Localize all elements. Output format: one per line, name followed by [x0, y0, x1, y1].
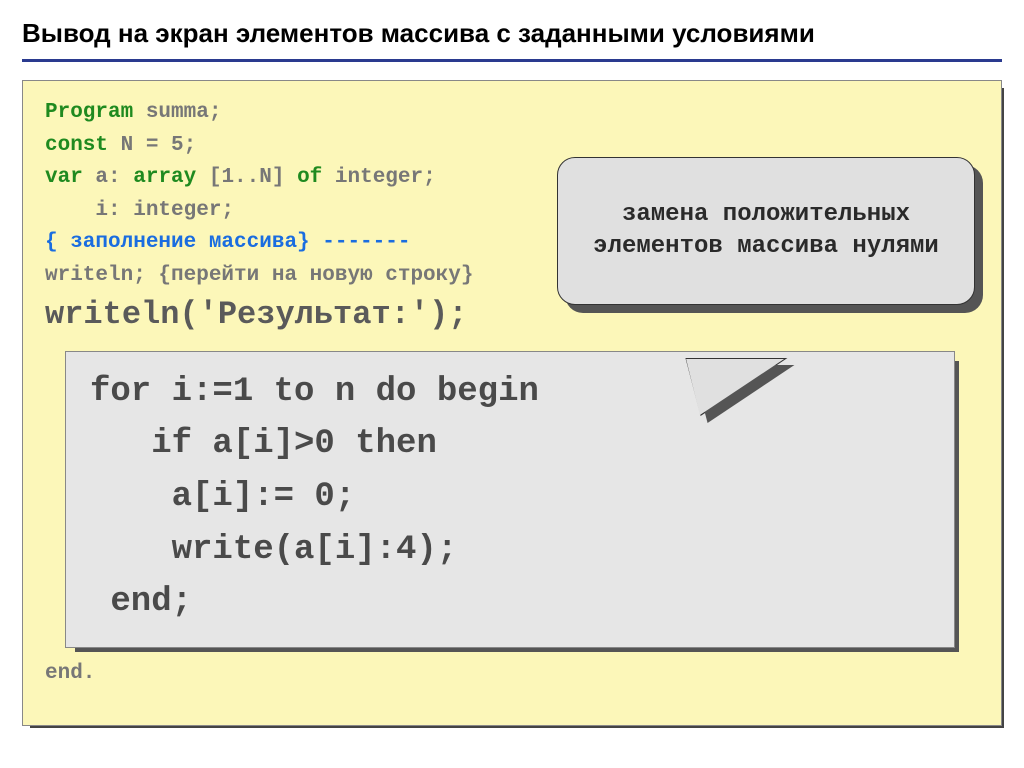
inner-line-4: write(a[i]:4);: [90, 524, 930, 577]
code-line-1: Program summa;: [45, 97, 979, 130]
code-panel: замена положительных элементов массива н…: [22, 80, 1002, 726]
inner-line-1: for i:=1 to n do begin: [90, 366, 930, 419]
inner-block-container: for i:=1 to n do begin if a[i]>0 then a[…: [65, 351, 955, 648]
code-end: end.: [45, 658, 979, 691]
inner-line-3: a[i]:= 0;: [90, 471, 930, 524]
slide-title: Вывод на экран элементов массива с задан…: [22, 18, 1002, 49]
inner-line-5: end;: [90, 576, 930, 629]
callout: замена положительных элементов массива н…: [557, 157, 975, 305]
callout-bubble: замена положительных элементов массива н…: [557, 157, 975, 305]
callout-text: замена положительных элементов массива н…: [578, 199, 954, 264]
inner-block: for i:=1 to n do begin if a[i]>0 then a[…: [65, 351, 955, 648]
code-panel-container: замена положительных элементов массива н…: [22, 80, 1002, 726]
inner-line-2: if a[i]>0 then: [90, 418, 930, 471]
title-underline: [22, 59, 1002, 62]
